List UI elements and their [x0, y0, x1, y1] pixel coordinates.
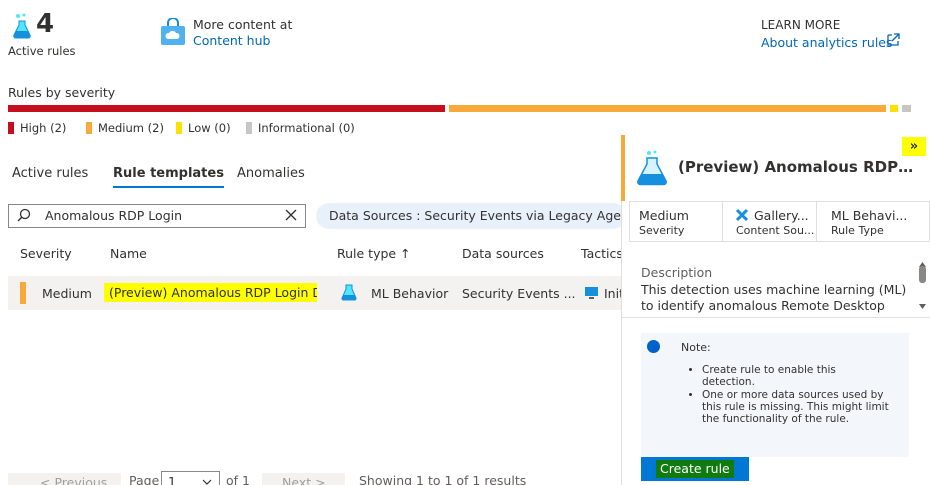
legend-informational: Informational (0)	[246, 121, 355, 135]
previous-page-button[interactable]: < Previous	[8, 473, 121, 485]
previous-label: < Previous	[40, 475, 108, 485]
close-icon[interactable]	[284, 208, 298, 222]
scroll-down-icon[interactable]	[919, 304, 926, 309]
search-value: Anomalous RDP Login	[45, 208, 183, 223]
column-header-tactics[interactable]: Tactics	[581, 246, 623, 261]
severity-bar-informational	[902, 105, 911, 112]
note-title: Note:	[681, 341, 711, 354]
severity-bar-low	[890, 105, 898, 112]
rules-by-severity-title: Rules by severity	[8, 85, 116, 100]
learn-more-heading: LEARN MORE	[761, 18, 841, 32]
row-data-sources: Security Events ...	[462, 286, 576, 301]
column-header-name[interactable]: Name	[110, 246, 147, 261]
description-text: This detection uses machine learning (ML…	[641, 282, 907, 313]
legend-label: Medium (2)	[98, 121, 164, 135]
column-header-severity[interactable]: Severity	[20, 246, 72, 261]
page-of: of 1	[226, 473, 250, 485]
legend-label: Low (0)	[188, 121, 231, 135]
page-select[interactable]: 1	[161, 471, 220, 485]
tab-rule-templates[interactable]: Rule templates	[113, 166, 224, 188]
legend-label: Informational (0)	[258, 121, 355, 135]
description-label: Description	[641, 265, 713, 280]
create-rule-label: Create rule	[656, 460, 734, 478]
content-hub-link[interactable]: Content hub	[193, 33, 270, 48]
severity-indicator	[20, 282, 26, 304]
scroll-thumb[interactable]	[919, 266, 926, 283]
meta-content-source-value: Gallery...	[754, 208, 809, 223]
meta-rule-type-label: Rule Type	[831, 224, 884, 237]
severity-bar-high	[8, 105, 445, 112]
data-sources-filter-pill[interactable]: Data Sources : Security Events via Legac…	[316, 203, 626, 229]
divider	[621, 317, 930, 318]
page-value: 1	[168, 474, 176, 485]
tab-active-rules[interactable]: Active rules	[12, 166, 88, 186]
tab-anomalies[interactable]: Anomalies	[237, 166, 305, 186]
search-icon	[17, 208, 31, 222]
active-rules-count: 4	[36, 9, 55, 39]
legend-high: High (2)	[8, 121, 66, 135]
row-rule-type: ML Behavior	[371, 286, 449, 301]
row-severity: Medium	[42, 286, 92, 301]
ml-behavior-icon	[341, 284, 357, 301]
meta-severity-value: Medium	[639, 208, 689, 223]
legend-label: High (2)	[20, 121, 67, 135]
column-header-data-sources[interactable]: Data sources	[462, 246, 544, 261]
meta-content-source-label: Content Sou...	[736, 224, 815, 237]
meta-severity-label: Severity	[639, 224, 685, 237]
about-analytics-rules-link[interactable]: About analytics rules	[761, 35, 893, 50]
gallery-icon	[735, 208, 749, 222]
legend-swatch	[176, 122, 182, 134]
flask-icon	[637, 150, 667, 186]
collapse-panel-button[interactable]: »	[902, 137, 926, 156]
severity-accent	[621, 135, 625, 201]
chevron-down-icon	[202, 479, 212, 485]
legend-low: Low (0)	[176, 121, 231, 135]
results-summary: Showing 1 to 1 of 1 results	[359, 473, 527, 485]
note-item: One or more data sources used by this ru…	[702, 389, 892, 425]
severity-bar-medium	[449, 105, 886, 112]
column-header-rule-type[interactable]: Rule type ↑	[337, 246, 411, 261]
next-label: Next >	[282, 475, 326, 485]
note-item: Create rule to enable this detection.	[702, 364, 892, 388]
row-tactics: Init	[604, 286, 621, 301]
next-page-button[interactable]: Next >	[262, 473, 345, 485]
info-icon	[647, 340, 660, 353]
active-rules-label: Active rules	[8, 44, 76, 58]
page-label: Page	[129, 473, 160, 485]
tactic-icon	[585, 287, 598, 299]
legend-medium: Medium (2)	[86, 121, 164, 135]
panel-title: (Preview) Anomalous RDP Login Detection	[678, 158, 918, 176]
row-name[interactable]: (Preview) Anomalous RDP Login D...	[104, 283, 317, 302]
legend-swatch	[8, 122, 14, 134]
content-hub-prefix: More content at	[193, 17, 293, 32]
legend-swatch	[246, 122, 252, 134]
meta-rule-type-value: ML Behavi...	[831, 208, 908, 223]
content-hub-icon	[161, 18, 185, 45]
legend-swatch	[86, 122, 92, 134]
note-list: Create rule to enable this detection. On…	[702, 364, 892, 426]
flask-icon	[13, 13, 31, 39]
external-link-icon[interactable]	[886, 33, 900, 47]
